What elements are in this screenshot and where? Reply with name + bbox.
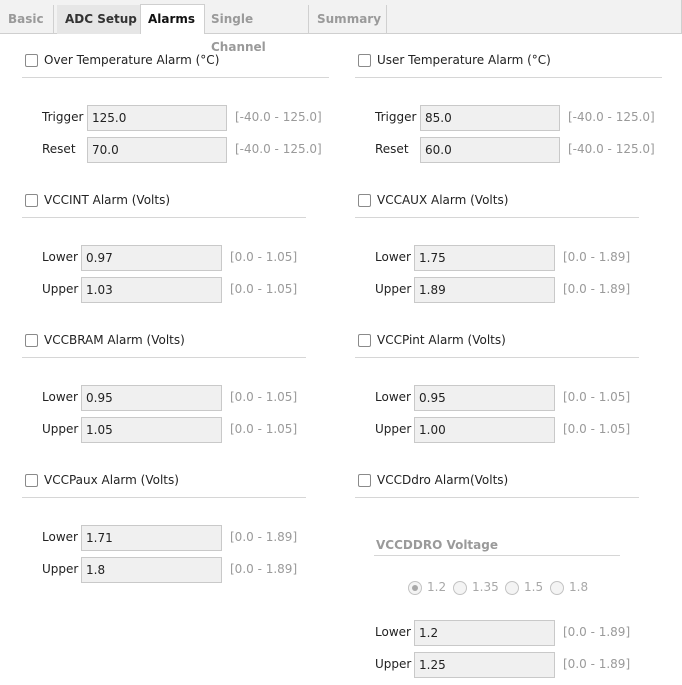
vccpaux-lower-input[interactable]: 1.71 xyxy=(81,525,222,551)
over-temperature-reset-input[interactable]: 70.0 xyxy=(87,137,227,163)
vccaux-lower-input[interactable]: 1.75 xyxy=(414,245,555,271)
vccaux-upper-range: [0.0 - 1.89] xyxy=(563,282,631,296)
over-temperature-divider xyxy=(22,77,329,78)
tab-bar: Basic ADC Setup Alarms Single Channel Su… xyxy=(0,0,682,54)
user-temperature-alarm-checkbox[interactable] xyxy=(358,54,371,67)
vccddro-voltage-radio-1-35[interactable] xyxy=(453,581,467,595)
vccpint-alarm-checkbox[interactable] xyxy=(358,334,371,347)
vccaux-lower-label: Lower xyxy=(375,250,411,264)
vccbram-lower-label: Lower xyxy=(42,390,78,404)
vccpint-divider xyxy=(355,357,639,358)
vccpint-upper-label: Upper xyxy=(375,422,412,436)
over-temperature-reset-range: [-40.0 - 125.0] xyxy=(235,142,322,156)
over-temperature-trigger-input[interactable]: 125.0 xyxy=(87,105,227,131)
vccddro-divider xyxy=(355,497,639,498)
vccaux-alarm-label: VCCAUX Alarm (Volts) xyxy=(377,193,509,207)
vccbram-upper-input[interactable]: 1.05 xyxy=(81,417,222,443)
vccpaux-divider xyxy=(22,497,306,498)
tab-summary[interactable]: Summary xyxy=(311,5,387,34)
vccint-alarm-checkbox[interactable] xyxy=(25,194,38,207)
vccddro-alarm-label: VCCDdro Alarm(Volts) xyxy=(377,473,509,487)
tab-single-channel[interactable]: Single Channel xyxy=(205,5,309,54)
vccpint-alarm-label: VCCPint Alarm (Volts) xyxy=(377,333,506,347)
vccpint-lower-input[interactable]: 0.95 xyxy=(414,385,555,411)
tab-alarms[interactable]: Alarms xyxy=(140,4,205,34)
vccpint-upper-range: [0.0 - 1.05] xyxy=(563,422,631,436)
vccbram-alarm-label: VCCBRAM Alarm (Volts) xyxy=(44,333,185,347)
vccint-divider xyxy=(22,217,306,218)
vccint-upper-input[interactable]: 1.03 xyxy=(81,277,222,303)
vccpaux-upper-input[interactable]: 1.8 xyxy=(81,557,222,583)
vccpaux-lower-label: Lower xyxy=(42,530,78,544)
vccddro-upper-range: [0.0 - 1.89] xyxy=(563,657,631,671)
vccddro-voltage-radio-1-8[interactable] xyxy=(550,581,564,595)
vccint-upper-label: Upper xyxy=(42,282,79,296)
vccint-lower-input[interactable]: 0.97 xyxy=(81,245,222,271)
vccaux-divider xyxy=(355,217,639,218)
vccddro-voltage-option-1-5: 1.5 xyxy=(524,580,544,594)
vccpaux-alarm-checkbox[interactable] xyxy=(25,474,38,487)
vccint-upper-range: [0.0 - 1.05] xyxy=(230,282,298,296)
vccpaux-lower-range: [0.0 - 1.89] xyxy=(230,530,298,544)
vccddro-upper-label: Upper xyxy=(375,657,412,671)
vccddro-voltage-heading: VCCDDRO Voltage xyxy=(376,538,498,552)
vccpint-lower-range: [0.0 - 1.05] xyxy=(563,390,631,404)
vccbram-upper-label: Upper xyxy=(42,422,79,436)
vccddro-lower-range: [0.0 - 1.89] xyxy=(563,625,631,639)
vccbram-divider xyxy=(22,357,306,358)
user-temperature-reset-label: Reset xyxy=(375,142,409,156)
over-temperature-alarm-checkbox[interactable] xyxy=(25,54,38,67)
user-temperature-trigger-label: Trigger xyxy=(375,110,417,124)
vccddro-voltage-radio-1-2[interactable] xyxy=(408,581,422,595)
vccpint-upper-input[interactable]: 1.00 xyxy=(414,417,555,443)
tab-basic[interactable]: Basic xyxy=(0,5,54,34)
user-temperature-reset-range: [-40.0 - 125.0] xyxy=(568,142,655,156)
vccaux-alarm-checkbox[interactable] xyxy=(358,194,371,207)
vccddro-lower-label: Lower xyxy=(375,625,411,639)
vccddro-lower-input[interactable]: 1.2 xyxy=(414,620,555,646)
vccaux-upper-input[interactable]: 1.89 xyxy=(414,277,555,303)
vccbram-lower-range: [0.0 - 1.05] xyxy=(230,390,298,404)
vccddro-voltage-option-1-2: 1.2 xyxy=(427,580,447,594)
vccint-lower-label: Lower xyxy=(42,250,78,264)
tab-adc-setup[interactable]: ADC Setup xyxy=(57,5,140,34)
vccpaux-upper-label: Upper xyxy=(42,562,79,576)
user-temperature-alarm-label: User Temperature Alarm (°C) xyxy=(377,53,551,67)
vccbram-alarm-checkbox[interactable] xyxy=(25,334,38,347)
over-temperature-trigger-range: [-40.0 - 125.0] xyxy=(235,110,322,124)
vccddro-voltage-option-1-8: 1.8 xyxy=(569,580,589,594)
vccaux-upper-label: Upper xyxy=(375,282,412,296)
vccaux-lower-range: [0.0 - 1.89] xyxy=(563,250,631,264)
user-temperature-trigger-input[interactable]: 85.0 xyxy=(420,105,560,131)
vccpint-lower-label: Lower xyxy=(375,390,411,404)
over-temperature-alarm-label: Over Temperature Alarm (°C) xyxy=(44,53,220,67)
over-temperature-trigger-label: Trigger xyxy=(42,110,84,124)
vccpaux-upper-range: [0.0 - 1.89] xyxy=(230,562,298,576)
vccddro-upper-input[interactable]: 1.25 xyxy=(414,652,555,678)
vccddro-voltage-option-1-35: 1.35 xyxy=(472,580,499,594)
vccddro-voltage-radio-1-5[interactable] xyxy=(505,581,519,595)
over-temperature-reset-label: Reset xyxy=(42,142,76,156)
user-temperature-reset-input[interactable]: 60.0 xyxy=(420,137,560,163)
vccddro-alarm-checkbox[interactable] xyxy=(358,474,371,487)
vccddro-voltage-divider xyxy=(374,555,620,556)
user-temperature-divider xyxy=(355,77,662,78)
vccbram-upper-range: [0.0 - 1.05] xyxy=(230,422,298,436)
vccbram-lower-input[interactable]: 0.95 xyxy=(81,385,222,411)
vccint-alarm-label: VCCINT Alarm (Volts) xyxy=(44,193,171,207)
vccint-lower-range: [0.0 - 1.05] xyxy=(230,250,298,264)
vccpaux-alarm-label: VCCPaux Alarm (Volts) xyxy=(44,473,179,487)
user-temperature-trigger-range: [-40.0 - 125.0] xyxy=(568,110,655,124)
